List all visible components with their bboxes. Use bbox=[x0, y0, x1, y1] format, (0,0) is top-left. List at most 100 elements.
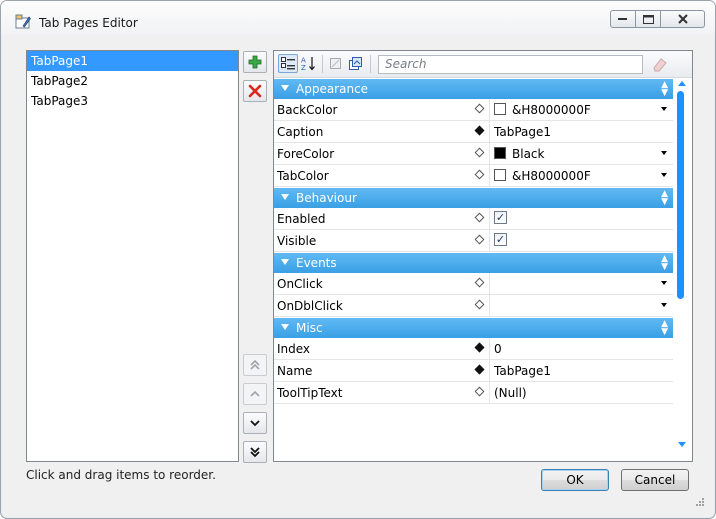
default-marker-icon bbox=[474, 103, 485, 114]
default-marker-icon bbox=[474, 169, 485, 180]
move-up-button[interactable] bbox=[243, 383, 267, 405]
property-name: Index bbox=[277, 342, 311, 356]
category-name: Appearance bbox=[296, 82, 369, 96]
add-tab-button[interactable] bbox=[243, 51, 267, 73]
sort-arrows-icon[interactable]: ▲ ▼ bbox=[661, 255, 668, 272]
move-last-button[interactable] bbox=[243, 441, 267, 463]
property-value[interactable]: TabPage1 bbox=[494, 125, 551, 139]
dropdown-arrow-icon[interactable] bbox=[661, 151, 667, 155]
chevron-down-icon bbox=[250, 420, 260, 427]
svg-text:Z: Z bbox=[301, 64, 306, 71]
property-name: Caption bbox=[277, 125, 324, 139]
property-value[interactable]: Black bbox=[512, 147, 544, 161]
category-name: Events bbox=[296, 256, 337, 270]
color-swatch bbox=[494, 147, 506, 159]
default-marker-icon bbox=[474, 386, 485, 397]
window-title: Tab Pages Editor bbox=[39, 16, 138, 30]
category-header[interactable]: Events ▲ ▼ bbox=[274, 253, 673, 273]
property-row[interactable]: OnDblClick bbox=[274, 295, 673, 317]
property-name: OnClick bbox=[277, 277, 323, 291]
alphabetical-button[interactable]: A Z bbox=[299, 54, 319, 73]
minimize-button[interactable] bbox=[610, 10, 636, 28]
property-row[interactable]: TabColor &H8000000F bbox=[274, 165, 673, 187]
property-value[interactable]: TabPage1 bbox=[494, 364, 551, 378]
category-header[interactable]: Misc ▲ ▼ bbox=[274, 318, 673, 338]
dialog-body: TabPage1 TabPage2 TabPage3 A Z Search Ap… bbox=[9, 35, 707, 509]
color-swatch bbox=[494, 103, 506, 115]
app-icon bbox=[15, 14, 31, 29]
toolbar-separator bbox=[370, 55, 371, 73]
property-name: ToolTipText bbox=[277, 386, 343, 400]
minimize-icon bbox=[618, 18, 627, 20]
close-button[interactable] bbox=[661, 10, 705, 28]
collapse-arrow-icon[interactable] bbox=[281, 194, 289, 200]
property-row[interactable]: Caption TabPage1 bbox=[274, 121, 673, 143]
dropdown-arrow-icon[interactable] bbox=[661, 303, 667, 307]
sort-alphabetical-icon: A Z bbox=[301, 57, 315, 71]
property-row[interactable]: Name TabPage1 bbox=[274, 360, 673, 382]
property-name: OnDblClick bbox=[277, 299, 343, 313]
property-row[interactable]: Index 0 bbox=[274, 338, 673, 360]
property-row[interactable]: OnClick bbox=[274, 273, 673, 295]
vertical-scrollbar[interactable] bbox=[673, 78, 692, 461]
property-checkbox[interactable]: ✓ bbox=[494, 211, 507, 224]
category-header[interactable]: Appearance ▲ ▼ bbox=[274, 79, 673, 99]
maximize-button[interactable] bbox=[636, 10, 661, 28]
categorized-icon bbox=[281, 57, 295, 70]
list-item[interactable]: TabPage2 bbox=[27, 71, 238, 91]
modified-marker-icon bbox=[474, 342, 485, 353]
default-marker-icon bbox=[474, 147, 485, 158]
sort-arrows-icon[interactable]: ▲ ▼ bbox=[661, 320, 668, 337]
tab-pages-list[interactable]: TabPage1 TabPage2 TabPage3 bbox=[26, 50, 239, 462]
add-icon bbox=[248, 55, 262, 69]
search-input[interactable]: Search bbox=[378, 55, 643, 74]
double-chevron-up-icon bbox=[250, 359, 260, 370]
scroll-down-icon[interactable] bbox=[678, 442, 686, 447]
property-name: TabColor bbox=[277, 169, 329, 183]
default-marker-icon bbox=[474, 277, 485, 288]
collapse-arrow-icon[interactable] bbox=[281, 259, 289, 265]
property-row[interactable]: Enabled ✓ bbox=[274, 208, 673, 230]
dialog-window: Tab Pages Editor TabPage1 TabPage2 TabPage… bbox=[0, 0, 716, 519]
property-value[interactable]: 0 bbox=[494, 342, 502, 356]
list-item[interactable]: TabPage3 bbox=[27, 91, 238, 111]
move-down-button[interactable] bbox=[243, 412, 267, 434]
category-header[interactable]: Behaviour ▲ ▼ bbox=[274, 188, 673, 208]
events-button[interactable] bbox=[346, 54, 366, 73]
sort-arrows-icon[interactable]: ▲ ▼ bbox=[661, 81, 668, 98]
property-list: Appearance ▲ ▼ BackColor &H8000000F Caption Ta… bbox=[274, 78, 673, 461]
property-row[interactable]: BackColor &H8000000F bbox=[274, 99, 673, 121]
collapse-arrow-icon[interactable] bbox=[281, 85, 289, 91]
resize-grip-icon[interactable] bbox=[695, 497, 705, 507]
delete-icon bbox=[248, 84, 262, 98]
move-first-button[interactable] bbox=[243, 354, 267, 376]
modified-marker-icon bbox=[474, 364, 485, 375]
maximize-icon bbox=[642, 14, 654, 24]
dropdown-arrow-icon[interactable] bbox=[661, 281, 667, 285]
default-marker-icon bbox=[474, 234, 485, 245]
property-row[interactable]: ForeColor Black bbox=[274, 143, 673, 165]
sort-arrows-icon[interactable]: ▲ ▼ bbox=[661, 190, 668, 207]
property-pages-button[interactable] bbox=[325, 54, 345, 73]
window-controls bbox=[610, 10, 705, 28]
property-value[interactable]: (Null) bbox=[494, 386, 527, 400]
property-checkbox[interactable]: ✓ bbox=[494, 233, 507, 246]
events-icon bbox=[349, 56, 362, 70]
property-value[interactable]: &H8000000F bbox=[512, 103, 591, 117]
ok-button[interactable]: OK bbox=[541, 469, 609, 491]
collapse-arrow-icon[interactable] bbox=[281, 324, 289, 330]
dropdown-arrow-icon[interactable] bbox=[661, 173, 667, 177]
clear-search-icon[interactable] bbox=[651, 56, 669, 73]
categorized-button[interactable] bbox=[278, 54, 298, 73]
remove-tab-button[interactable] bbox=[243, 80, 267, 102]
property-row[interactable]: Visible ✓ bbox=[274, 230, 673, 252]
property-value[interactable]: &H8000000F bbox=[512, 169, 591, 183]
property-row[interactable]: ToolTipText (Null) bbox=[274, 382, 673, 404]
list-item[interactable]: TabPage1 bbox=[27, 51, 238, 71]
property-name: ForeColor bbox=[277, 147, 335, 161]
dropdown-arrow-icon[interactable] bbox=[661, 107, 667, 111]
scroll-thumb[interactable] bbox=[677, 91, 684, 299]
cancel-button[interactable]: Cancel bbox=[621, 469, 689, 491]
scroll-up-icon[interactable] bbox=[678, 81, 686, 86]
property-name: Enabled bbox=[277, 212, 326, 226]
